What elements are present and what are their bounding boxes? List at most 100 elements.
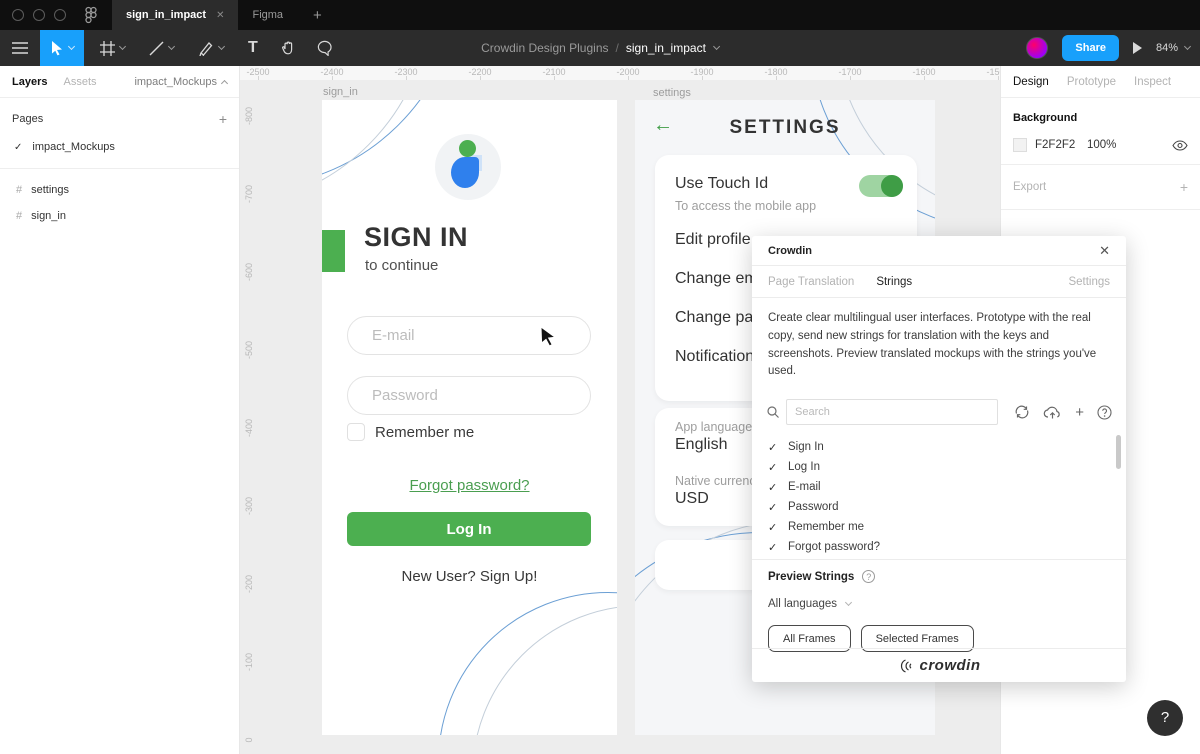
string-row[interactable]: ✓E-mail: [752, 477, 1126, 497]
sync-icon[interactable]: [1014, 404, 1030, 420]
app-tab-bar: sign_in_impact ✕ Figma +: [0, 0, 1200, 30]
window-maximize-icon[interactable]: [54, 9, 66, 21]
figma-toolbar: T Crowdin Design Plugins / sign_in_impac…: [0, 30, 1200, 66]
notifications-item[interactable]: Notifications: [675, 348, 762, 366]
hand-tool-button[interactable]: [272, 30, 304, 66]
edit-profile-item[interactable]: Edit profile: [675, 231, 751, 249]
search-input[interactable]: [786, 399, 998, 425]
window-minimize-icon[interactable]: [33, 9, 45, 21]
move-tool-button[interactable]: [40, 30, 84, 66]
text-tool-button[interactable]: T: [240, 30, 266, 66]
frame-label-settings[interactable]: settings: [653, 87, 691, 99]
zoom-level-dropdown[interactable]: 84%: [1156, 42, 1190, 54]
string-row[interactable]: ✓Sign In: [752, 437, 1126, 457]
scrollbar-thumb[interactable]: [1116, 435, 1121, 469]
window-close-icon[interactable]: [12, 9, 24, 21]
window-controls[interactable]: [12, 9, 66, 21]
present-icon[interactable]: [1133, 42, 1142, 54]
tab-prototype[interactable]: Prototype: [1067, 76, 1116, 88]
figma-logo-icon: [84, 6, 98, 24]
tab-layers[interactable]: Layers: [12, 76, 47, 88]
plugin-description: Create clear multilingual user interface…: [752, 298, 1126, 393]
frame-icon: #: [16, 184, 22, 196]
strings-list: ✓Sign In ✓Log In ✓E-mail ✓Password ✓Reme…: [752, 433, 1126, 559]
shape-tool-button[interactable]: [141, 30, 182, 66]
background-opacity-value[interactable]: 100%: [1087, 139, 1116, 151]
horizontal-ruler: -2500 -2400 -2300 -2200 -2100 -2000 -190…: [240, 66, 1000, 80]
frame-sign-in[interactable]: SIGN IN to continue E-mail Password Reme…: [322, 100, 617, 735]
chevron-down-icon: [845, 599, 852, 606]
add-string-button[interactable]: +: [1075, 404, 1084, 421]
toggle-knob: [881, 175, 903, 197]
crowdin-logo-text: crowdin: [919, 657, 980, 674]
search-icon: [766, 405, 780, 419]
language-filter-dropdown[interactable]: All languages: [768, 598, 1110, 610]
forgot-password-link[interactable]: Forgot password?: [322, 477, 617, 494]
preview-strings-heading: Preview Strings: [768, 571, 854, 583]
sign-in-subtitle: to continue: [365, 257, 438, 274]
chevron-down-icon[interactable]: [713, 43, 720, 50]
tab-sign-in-impact[interactable]: sign_in_impact ✕: [112, 0, 238, 30]
log-in-button[interactable]: Log In: [347, 512, 591, 546]
tab-assets[interactable]: Assets: [63, 76, 96, 88]
touch-id-toggle[interactable]: [859, 175, 903, 197]
crowdin-plugin-dialog: Crowdin ✕ Page Translation Strings Setti…: [752, 236, 1126, 682]
chevron-down-icon[interactable]: [68, 43, 75, 50]
check-icon: ✓: [768, 481, 788, 494]
user-avatar[interactable]: [1026, 37, 1048, 59]
tab-inspect[interactable]: Inspect: [1134, 76, 1171, 88]
crowdin-logo-icon: [897, 657, 915, 675]
layer-item-settings[interactable]: # settings: [0, 177, 239, 203]
use-touch-id-label: Use Touch Id: [675, 175, 768, 193]
layer-item-sign-in[interactable]: # sign_in: [0, 203, 239, 229]
close-icon[interactable]: ✕: [1099, 243, 1110, 259]
chevron-down-icon[interactable]: [119, 43, 126, 50]
new-tab-button[interactable]: +: [313, 7, 322, 24]
help-button[interactable]: ?: [1147, 700, 1183, 736]
string-row[interactable]: ✓Forgot password?: [752, 537, 1126, 557]
tab-page-translation[interactable]: Page Translation: [768, 276, 854, 288]
app-language-value[interactable]: English: [675, 436, 727, 454]
remember-me-label: Remember me: [375, 424, 474, 441]
page-selector[interactable]: impact_Mockups: [134, 76, 227, 88]
background-heading: Background: [1013, 112, 1188, 124]
page-item-impact-mockups[interactable]: ✓ impact_Mockups: [0, 134, 239, 160]
frame-icon: [100, 41, 115, 56]
help-icon[interactable]: [1097, 405, 1112, 420]
main-menu-button[interactable]: [0, 30, 40, 66]
file-breadcrumb[interactable]: Crowdin Design Plugins / sign_in_impact: [481, 30, 719, 66]
tab-strings[interactable]: Strings: [876, 276, 912, 288]
add-page-button[interactable]: +: [219, 111, 227, 127]
currency-value[interactable]: USD: [675, 490, 709, 508]
sign-in-title: SIGN IN: [364, 222, 468, 253]
breadcrumb-project[interactable]: Crowdin Design Plugins: [481, 41, 608, 55]
color-swatch[interactable]: [1013, 138, 1027, 152]
password-field[interactable]: Password: [347, 376, 591, 415]
string-row[interactable]: ✓Password: [752, 497, 1126, 517]
export-heading: Export: [1013, 181, 1046, 193]
tab-close-icon[interactable]: ✕: [216, 10, 224, 21]
tab-design[interactable]: Design: [1013, 76, 1049, 88]
chevron-down-icon[interactable]: [218, 43, 225, 50]
check-icon: ✓: [768, 461, 788, 474]
pen-icon: [198, 40, 214, 56]
visibility-eye-icon[interactable]: [1172, 140, 1188, 151]
add-export-button[interactable]: +: [1180, 179, 1188, 195]
settings-title: SETTINGS: [635, 117, 935, 139]
frame-tool-button[interactable]: [92, 30, 133, 66]
comment-tool-button[interactable]: [308, 30, 341, 66]
tab-settings[interactable]: Settings: [1068, 276, 1110, 288]
sign-up-text[interactable]: New User? Sign Up!: [322, 568, 617, 585]
share-button[interactable]: Share: [1062, 35, 1119, 61]
string-row[interactable]: ✓Remember me: [752, 517, 1126, 537]
frame-label-sign-in[interactable]: sign_in: [323, 86, 358, 98]
cloud-upload-icon[interactable]: [1043, 405, 1062, 420]
string-row[interactable]: ✓Log In: [752, 457, 1126, 477]
tab-figma[interactable]: Figma: [238, 0, 297, 30]
background-hex-value[interactable]: F2F2F2: [1035, 139, 1087, 151]
help-icon[interactable]: ?: [862, 570, 875, 583]
remember-me-checkbox[interactable]: [347, 423, 365, 441]
chevron-down-icon[interactable]: [168, 43, 175, 50]
pen-tool-button[interactable]: [190, 30, 232, 66]
breadcrumb-file[interactable]: sign_in_impact: [626, 41, 706, 55]
